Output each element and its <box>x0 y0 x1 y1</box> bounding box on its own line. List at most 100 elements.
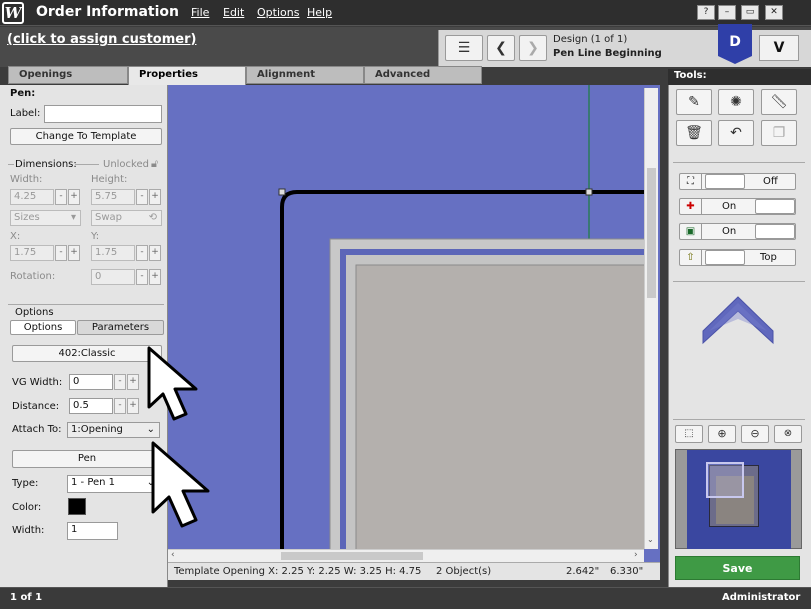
bottom-status-bar: 1 of 1 Administrator <box>0 587 811 609</box>
subtab-options[interactable]: Options <box>10 320 76 335</box>
mouse-cursor-icon <box>151 441 210 528</box>
toggle-crosshair[interactable]: ✚ On <box>679 198 796 215</box>
chevron-down-icon: ▾ <box>70 212 76 223</box>
scroll-thumb[interactable] <box>281 552 423 560</box>
swap-button[interactable]: Swap ⟲ <box>91 210 162 226</box>
toggle-layer-order-state: Top <box>760 252 777 263</box>
window-title: Order Information <box>36 4 180 20</box>
width-decrement[interactable]: - <box>55 189 67 205</box>
next-design-button[interactable]: ❯ <box>519 35 547 61</box>
menu-file[interactable]: File <box>191 6 209 19</box>
divider <box>75 164 99 165</box>
restore-icon[interactable]: ▭ <box>741 5 759 20</box>
vertical-scrollbar[interactable]: ⌄ <box>644 88 658 549</box>
x-input[interactable]: 1.75 <box>10 245 54 261</box>
title-bar: W Order Information File Edit Options He… <box>0 0 811 26</box>
type-select[interactable]: 1 - Pen 1 ⌄ <box>67 475 160 493</box>
distance-input[interactable]: 0.5 <box>69 398 113 414</box>
pen-tool-icon[interactable]: ✎ <box>676 89 712 115</box>
handle-start[interactable] <box>278 188 286 196</box>
scroll-right-icon[interactable]: › <box>634 550 638 560</box>
tab-advanced[interactable]: Advanced <box>364 66 482 84</box>
distance-increment[interactable]: + <box>127 398 139 414</box>
close-icon[interactable]: ✕ <box>765 5 783 20</box>
handle-end[interactable] <box>585 188 593 196</box>
selection-info: Template Opening X: 2.25 Y: 2.25 W: 3.25… <box>174 566 422 577</box>
trash-icon[interactable]: 🗑︎ <box>676 120 712 146</box>
shape-tool-icon[interactable]: ✺ <box>718 89 754 115</box>
subtab-parameters[interactable]: Parameters <box>77 320 164 335</box>
scroll-thumb[interactable] <box>647 168 656 298</box>
hamburger-menu-icon[interactable]: ☰ <box>445 35 483 61</box>
toggle-snap-state: On <box>722 226 737 237</box>
tab-alignment[interactable]: Alignment <box>246 66 364 84</box>
color-swatch[interactable] <box>68 498 86 515</box>
design-canvas[interactable] <box>168 85 660 565</box>
dimensions-title: Dimensions: <box>15 159 77 170</box>
canvas-drawing <box>278 85 644 549</box>
x-increment[interactable]: + <box>68 245 80 261</box>
vg-width-decrement[interactable]: - <box>114 374 126 390</box>
label-input[interactable] <box>44 105 162 123</box>
toggle-layer-order[interactable]: ⇧ Top <box>679 249 796 266</box>
assign-customer-link[interactable]: (click to assign customer) <box>7 32 196 47</box>
sizes-dropdown[interactable]: Sizes ▾ <box>10 210 81 226</box>
menu-edit[interactable]: Edit <box>223 6 244 19</box>
pen-button[interactable]: Pen <box>12 450 162 468</box>
menu-options[interactable]: Options <box>257 6 299 19</box>
vg-width-increment[interactable]: + <box>127 374 139 390</box>
ruler-icon[interactable]: 📏︎ <box>761 89 797 115</box>
design-view-badge[interactable]: D <box>718 24 752 64</box>
toggle-snap[interactable]: ▣ On <box>679 223 796 240</box>
y-input[interactable]: 1.75 <box>91 245 135 261</box>
help-icon[interactable]: ? <box>697 5 715 20</box>
preview-viewport[interactable] <box>706 462 744 498</box>
height-decrement[interactable]: - <box>136 189 148 205</box>
scroll-left-icon[interactable]: ‹ <box>171 550 175 560</box>
height-increment[interactable]: + <box>149 189 161 205</box>
change-to-template-button[interactable]: Change To Template <box>10 128 162 145</box>
move-up-chevron-icon[interactable] <box>701 293 775 351</box>
lock-status: Unlocked <box>103 159 149 170</box>
view-button[interactable]: V <box>759 35 799 61</box>
horizontal-scrollbar[interactable]: ‹ › <box>168 549 644 562</box>
zoom-fit-icon[interactable]: ⊗ <box>774 425 802 443</box>
rotation-increment[interactable]: + <box>149 269 161 285</box>
attach-to-caption: Attach To: <box>12 424 62 435</box>
height-input[interactable]: 5.75 <box>91 189 135 205</box>
width-input[interactable]: 4.25 <box>10 189 54 205</box>
pen-width-input[interactable]: 1 <box>67 522 118 540</box>
menu-help[interactable]: Help <box>307 6 332 19</box>
divider <box>8 164 14 165</box>
zoom-selection-icon[interactable]: ⬚ <box>675 425 703 443</box>
unlock-icon[interactable]: 🔓︎ <box>151 157 158 171</box>
save-button[interactable]: Save <box>675 556 800 580</box>
minimize-icon[interactable]: – <box>718 5 736 20</box>
layers-icon[interactable]: ❐ <box>761 120 797 146</box>
vg-width-input[interactable]: 0 <box>69 374 113 390</box>
scroll-down-icon[interactable]: ⌄ <box>647 535 654 544</box>
profile-button[interactable]: 402:Classic <box>12 345 162 362</box>
tab-properties[interactable]: Properties <box>128 66 246 85</box>
design-name: Pen Line Beginning <box>553 48 662 59</box>
y-increment[interactable]: + <box>149 245 161 261</box>
rotation-input[interactable]: 0 <box>91 269 135 285</box>
tools-header: Tools: <box>668 69 811 85</box>
width-increment[interactable]: + <box>68 189 80 205</box>
attach-to-value: 1:Opening <box>71 424 123 435</box>
pen-section-title: Pen: <box>10 88 36 99</box>
x-decrement[interactable]: - <box>55 245 67 261</box>
tab-openings[interactable]: Openings <box>8 66 128 84</box>
navigator-preview[interactable] <box>675 449 802 549</box>
distance-decrement[interactable]: - <box>114 398 126 414</box>
zoom-in-icon[interactable]: ⊕ <box>708 425 736 443</box>
tools-panel: ✎ ✺ 📏︎ 🗑︎ ↶ ❐ ⛶ Off ✚ On ▣ On ⇧ Top ⬚ ⊕ … <box>668 69 811 587</box>
undo-icon[interactable]: ↶ <box>718 120 754 146</box>
y-decrement[interactable]: - <box>136 245 148 261</box>
prev-design-button[interactable]: ❮ <box>487 35 515 61</box>
toggle-resize[interactable]: ⛶ Off <box>679 173 796 190</box>
zoom-out-icon[interactable]: ⊖ <box>741 425 769 443</box>
rotation-decrement[interactable]: - <box>136 269 148 285</box>
toggle-resize-state: Off <box>763 176 778 187</box>
x-caption: X: <box>10 231 21 242</box>
